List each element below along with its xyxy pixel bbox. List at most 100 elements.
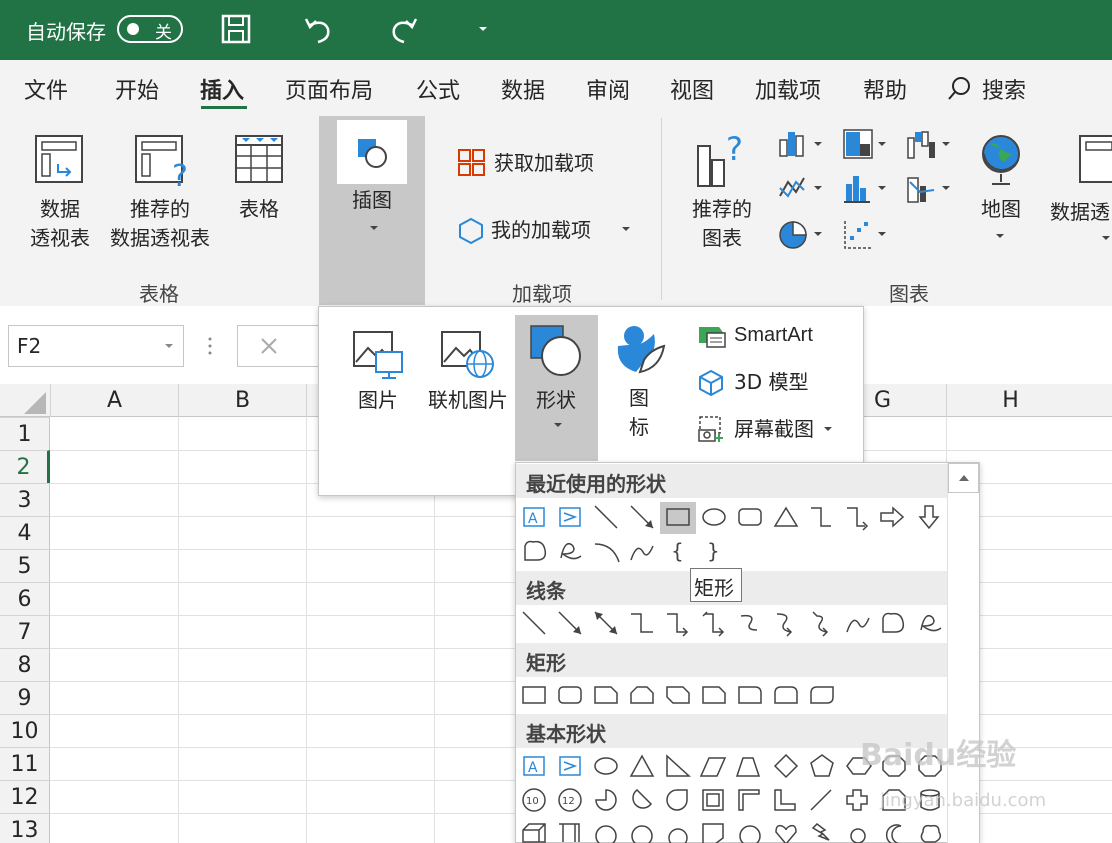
curved-connector-shape[interactable] [740,614,758,631]
picture-icon[interactable] [352,330,406,380]
triangle-shape[interactable] [773,506,799,527]
store-icon[interactable] [457,148,487,178]
row-header-2[interactable]: 2 [0,450,50,483]
curve-shape[interactable] [846,617,870,633]
row-header-8[interactable]: 8 [0,648,50,681]
diamond-shape[interactable] [773,753,799,779]
tab-page-layout[interactable]: 页面布局 [285,73,373,105]
folded-corner-shape[interactable] [702,823,724,843]
tab-search[interactable]: 搜索 [982,73,1026,105]
row-header-13[interactable]: 13 [0,813,50,843]
recommended-pivot-icon[interactable]: ? [134,134,190,190]
map-globe-icon[interactable] [978,132,1024,188]
oval-shape[interactable] [702,508,726,526]
line-shape[interactable] [522,611,546,635]
tab-data[interactable]: 数据 [501,73,545,105]
smartart-label[interactable]: SmartArt [734,321,813,350]
tab-view[interactable]: 视图 [670,73,714,105]
tab-addins[interactable]: 加载项 [755,73,821,105]
round-diagonal-rectangle-shape[interactable] [810,686,834,704]
hierarchy-chart-icon[interactable] [842,128,892,162]
icons-icon[interactable] [614,322,668,378]
picture-label[interactable]: 图片 [340,386,416,415]
maps-label[interactable]: 地图 [972,195,1030,224]
l-shape[interactable] [774,789,796,811]
my-addins-icon[interactable] [456,216,486,246]
customize-toolbar-icon[interactable] [476,24,490,34]
cancel-icon[interactable] [258,335,280,357]
parallelogram-shape[interactable] [699,757,727,777]
triangle-shape[interactable] [629,754,655,777]
row-header-9[interactable]: 9 [0,681,50,714]
screenshot-icon[interactable] [697,414,727,444]
curved-arrow-connector-shape[interactable] [776,613,793,637]
cube-shape[interactable] [522,823,546,843]
round-single-corner-rectangle-shape[interactable] [738,686,762,704]
col-header-a[interactable]: A [50,384,178,417]
name-box[interactable]: F2 [8,325,184,367]
save-icon[interactable] [220,13,252,45]
oval-shape[interactable] [594,757,618,775]
textbox-shape[interactable]: A [523,507,545,527]
elbow-arrow-connector-shape[interactable] [847,507,869,531]
autosave-toggle[interactable]: 关 [117,15,183,43]
3d-model-icon[interactable] [697,368,725,396]
moon-shape[interactable] [885,824,902,843]
redo-icon[interactable] [386,13,420,45]
tab-formulas[interactable]: 公式 [416,73,460,105]
right-arrow-shape[interactable] [880,506,905,528]
vertical-textbox-shape[interactable] [559,756,581,776]
recommended-charts-icon[interactable]: ? [694,130,750,190]
left-brace-shape[interactable]: { [671,539,684,563]
teardrop-shape[interactable] [666,789,688,811]
down-arrow-shape[interactable] [918,505,940,530]
shapes-label[interactable]: 形状 [522,386,590,415]
arc-shape[interactable] [594,543,620,563]
rectangle-shape[interactable] [522,686,546,704]
snip-diagonal-rectangle-shape[interactable] [666,686,690,704]
tab-review[interactable]: 审阅 [586,73,630,105]
tab-insert[interactable]: 插入 [200,73,244,105]
chevron-down-icon[interactable] [163,342,175,352]
curve-shape[interactable] [630,545,654,561]
row-header-1[interactable]: 1 [0,417,50,450]
pentagon-shape[interactable] [810,754,834,777]
right-triangle-shape[interactable] [666,754,691,777]
pivot-table-label[interactable]: 数据 透视表 [20,195,100,253]
column-chart-icon[interactable] [778,128,828,162]
row-header-6[interactable]: 6 [0,582,50,615]
gallery-scrollbar[interactable] [947,463,979,843]
rounded-rectangle-shape[interactable] [558,686,582,704]
round-same-side-rectangle-shape[interactable] [774,686,798,704]
row-header-7[interactable]: 7 [0,615,50,648]
icons-label[interactable]: 图 标 [624,384,654,442]
col-header-b[interactable]: B [178,384,306,417]
table-label[interactable]: 表格 [222,195,296,224]
row-header-5[interactable]: 5 [0,549,50,582]
dodecagon-shape[interactable]: 12 [558,788,582,812]
smartart-icon[interactable] [697,323,727,349]
sun-shape[interactable] [850,828,866,843]
select-all-icon[interactable] [18,390,48,416]
textbox-shape[interactable]: A [523,756,545,776]
tab-home[interactable]: 开始 [115,73,159,105]
row-header-3[interactable]: 3 [0,483,50,516]
pie-shape[interactable] [595,789,617,811]
arrow-line-shape[interactable] [558,611,582,635]
recommended-pivot-label[interactable]: 推荐的 数据透视表 [105,195,215,253]
pivot-table-icon[interactable] [34,134,84,184]
freeform-shape[interactable] [524,540,547,561]
freeform-shape[interactable] [882,612,905,633]
chord-shape[interactable] [632,789,652,809]
3d-model-label[interactable]: 3D 模型 [734,368,808,397]
pie-chart-icon[interactable] [778,218,828,252]
bevel-shape[interactable] [559,823,580,842]
donut-shape[interactable] [595,825,617,843]
frame-shape[interactable] [702,789,724,811]
elbow-arrow-connector-shape[interactable] [667,613,689,637]
statistic-chart-icon[interactable] [842,172,892,206]
pivot-chart-label[interactable]: 数据透 [1050,198,1110,227]
line-shape[interactable] [594,505,618,529]
half-frame-shape[interactable] [738,789,760,811]
trapezoid-shape[interactable] [735,757,761,777]
